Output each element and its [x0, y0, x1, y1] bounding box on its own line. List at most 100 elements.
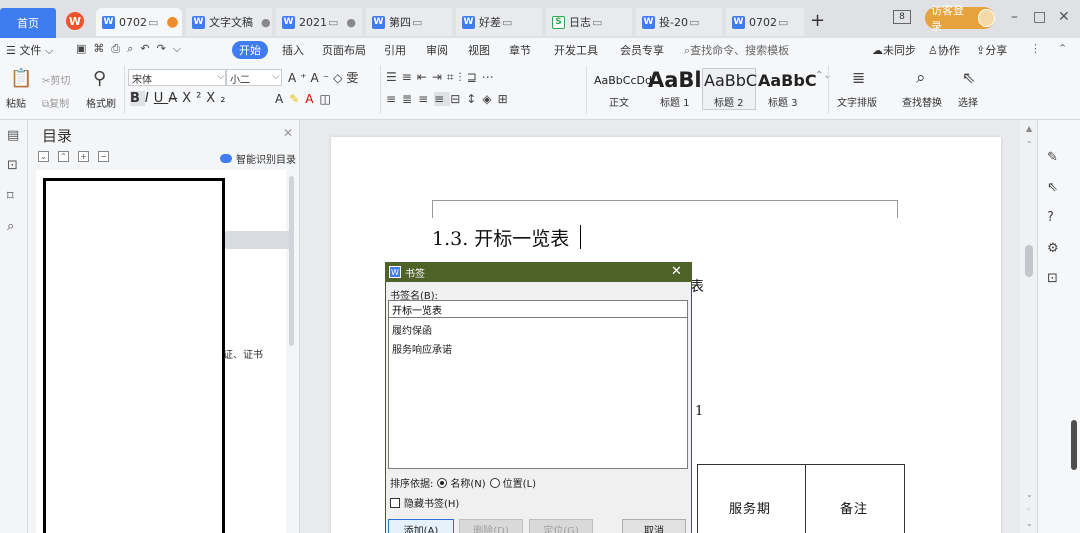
font-size-tools[interactable]: A⁺A⁻◇雯	[288, 69, 362, 86]
menu-page-layout[interactable]: 页面布局	[322, 42, 366, 58]
font-format-tools[interactable]: BIUA̶X²X₂	[130, 91, 230, 106]
vertical-scrollbar[interactable]	[1020, 120, 1037, 533]
share-button[interactable]: ⇪分享	[976, 42, 1007, 58]
style-heading1-sample[interactable]: AaBl	[648, 68, 702, 92]
collapse-all-icon[interactable]: ⌃	[58, 151, 69, 162]
font-name-select[interactable]: 宋体 ⌵	[128, 69, 226, 86]
save-box-icon[interactable]: ⊡	[1047, 271, 1058, 286]
add-bookmark-button[interactable]: 添加(A)	[388, 519, 454, 533]
find-replace-button[interactable]: 查找替换	[902, 94, 942, 109]
copy-button[interactable]: ⧉复制	[42, 95, 69, 110]
toc-item-selected[interactable]	[225, 231, 290, 249]
collapse-ribbon-icon[interactable]: ⌃	[1058, 42, 1067, 55]
style-heading3-sample[interactable]: AaBbC	[758, 71, 817, 90]
chapter-nav-icon[interactable]: ⊡	[7, 158, 18, 173]
smart-toc-button[interactable]: 智能识别目录	[220, 151, 296, 166]
expand-all-icon[interactable]: ⌄	[38, 151, 49, 162]
delete-bookmark-button[interactable]: 删除(D)	[459, 519, 523, 533]
prev-page-icon[interactable]: ⌃	[1026, 140, 1033, 149]
scroll-down-icon[interactable]: ⌄	[1026, 519, 1033, 528]
wps-logo-icon[interactable]: W	[66, 12, 84, 30]
tab-document[interactable]: W 第四 ▭	[366, 8, 452, 36]
next-page-icon[interactable]: ⌄	[1026, 490, 1033, 499]
tab-document[interactable]: S 日志 ▭	[546, 8, 632, 36]
scroll-thumb[interactable]	[1025, 245, 1033, 277]
tab-document[interactable]: W 0702 ▭	[726, 8, 804, 36]
menu-insert[interactable]: 插入	[282, 42, 304, 58]
cut-button[interactable]: ✂剪切	[42, 72, 70, 87]
close-icon[interactable]: ✕	[671, 264, 682, 279]
tab-document[interactable]: W 好差 ▭	[456, 8, 542, 36]
tab-document[interactable]: W 文字文稿 ●	[186, 8, 272, 36]
window-count-badge[interactable]: 8	[893, 10, 911, 24]
font-size-select[interactable]: 小二 ⌵	[226, 69, 282, 86]
menu-dev-tools[interactable]: 开发工具	[554, 42, 598, 58]
select-browse-icon[interactable]: ◦	[1026, 505, 1031, 514]
sync-status[interactable]: ☁未同步	[872, 42, 916, 58]
paste-button[interactable]: 粘贴	[6, 95, 26, 110]
close-icon[interactable]: ●	[346, 16, 356, 29]
find-icon[interactable]: ⌕	[916, 68, 926, 88]
add-level-icon[interactable]: +	[78, 151, 89, 162]
style-normal-sample[interactable]: AaBbCcDd	[594, 74, 652, 87]
tab-home[interactable]: 首页	[0, 8, 56, 38]
menu-start[interactable]: 开始	[232, 41, 268, 59]
close-window-icon[interactable]: ✕	[1058, 9, 1070, 25]
tab-document-active[interactable]: W 0702 ▭ ●	[96, 8, 182, 36]
cancel-button[interactable]: 取消	[622, 519, 686, 533]
search-command-input[interactable]: ⌕查找命令、搜索模板	[684, 42, 789, 58]
menu-view[interactable]: 视图	[468, 42, 490, 58]
table-cell[interactable]: 服务期	[729, 498, 771, 517]
settings-sliders-icon[interactable]: ⚙	[1047, 241, 1059, 256]
sort-by-name-radio[interactable]	[437, 477, 448, 488]
sort-by-name-label[interactable]: 名称(N)	[450, 475, 485, 490]
hide-bookmarks-option[interactable]: 隐藏书签(H)	[390, 495, 459, 510]
table-cell[interactable]: 备注	[840, 498, 868, 517]
pen-icon[interactable]: ✎	[1047, 150, 1058, 165]
select-button[interactable]: 选择	[958, 94, 978, 109]
bookmark-name-input[interactable]	[388, 300, 688, 318]
search-icon[interactable]: ⌕	[7, 219, 14, 234]
styles-scroll-icon[interactable]: ⌃⌄	[815, 70, 832, 81]
remove-level-icon[interactable]: −	[98, 151, 109, 162]
close-icon[interactable]: ✕	[283, 126, 293, 140]
text-layout-button[interactable]: 文字排版	[837, 94, 877, 109]
format-painter-button[interactable]: 格式刷	[86, 95, 116, 110]
login-button[interactable]: 访客登录	[925, 4, 995, 33]
dialog-title-bar[interactable]: W 书签	[385, 262, 692, 282]
menu-references[interactable]: 引用	[384, 42, 406, 58]
menu-member[interactable]: 会员专享	[620, 42, 664, 58]
alignment-tools[interactable]: ≡≣≡≡⊟↕◈⊞	[386, 92, 514, 106]
format-painter-icon[interactable]: ⚲	[93, 68, 106, 89]
close-icon[interactable]: ●	[261, 16, 271, 29]
bookmark-list-item[interactable]: 服务响应承诺	[392, 341, 452, 356]
more-icon[interactable]: ⋮	[1030, 42, 1041, 55]
document-heading[interactable]: 1.3. 开标一览表	[432, 224, 569, 251]
sort-by-position-radio[interactable]	[489, 477, 500, 488]
collab-button[interactable]: ♙协作	[928, 42, 960, 58]
sort-by-position-label[interactable]: 位置(L)	[503, 475, 536, 490]
menu-file[interactable]: ☰ 文件 ⌵	[6, 42, 53, 58]
select-pointer-icon[interactable]: ⇖	[1047, 180, 1058, 195]
bookmark-icon[interactable]: ⌑	[7, 189, 14, 204]
bookmark-list-item[interactable]: 履约保函	[392, 322, 432, 337]
paste-icon[interactable]: 📋	[10, 68, 32, 89]
help-icon[interactable]: ?	[1047, 210, 1054, 225]
cursor-icon[interactable]: ⇖	[962, 68, 975, 87]
maximize-icon[interactable]: □	[1033, 9, 1046, 25]
toc-scrollbar[interactable]	[289, 176, 294, 346]
minimize-icon[interactable]: –	[1011, 9, 1018, 25]
goto-bookmark-button[interactable]: 定位(G)	[529, 519, 593, 533]
toc-panel-icon[interactable]: ▤	[7, 128, 19, 143]
hide-bookmarks-checkbox[interactable]	[390, 497, 400, 508]
toc-item-label[interactable]: 证、证书	[223, 346, 263, 361]
new-tab-button[interactable]: +	[810, 10, 825, 31]
scroll-up-icon[interactable]: ▲	[1026, 124, 1032, 133]
panel-scrollbar[interactable]	[1071, 420, 1077, 470]
font-color-tools[interactable]: A✎A◫	[275, 92, 337, 106]
list-indent-tools[interactable]: ☰≡⇤⇥⌗⫶⊒⋯	[386, 70, 499, 85]
menu-review[interactable]: 审阅	[426, 42, 448, 58]
text-layout-icon[interactable]: ≣	[852, 68, 865, 87]
menu-chapter[interactable]: 章节	[509, 42, 531, 58]
style-heading2-sample[interactable]: AaBbC	[704, 71, 757, 90]
